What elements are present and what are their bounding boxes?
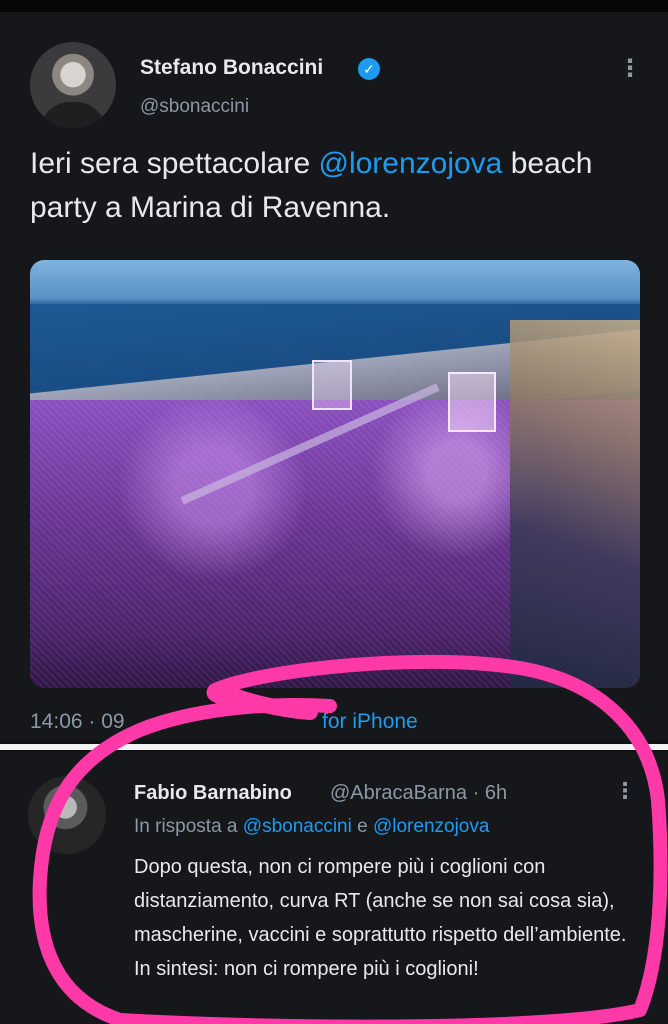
- more-options-icon[interactable]: ⋮: [614, 778, 636, 804]
- reply-text: Dopo questa, non ci rompere più i coglio…: [134, 856, 627, 980]
- reply-author-avatar[interactable]: [28, 776, 106, 854]
- reply-card[interactable]: Fabio Barnabino @AbracaBarna · 6h ⋮ In r…: [0, 752, 668, 1024]
- reply-author-handle[interactable]: @AbracaBarna · 6h: [330, 782, 507, 805]
- more-options-icon[interactable]: ⋮: [618, 56, 642, 82]
- mention-link[interactable]: @sbonaccini: [243, 816, 352, 837]
- divider: [0, 744, 668, 750]
- author-name[interactable]: Stefano Bonaccini: [140, 56, 323, 80]
- mention-link[interactable]: @lorenzojova: [318, 147, 502, 180]
- tweet-timestamp[interactable]: 14:06 · 09: [30, 710, 125, 734]
- mention-link[interactable]: @lorenzojova: [373, 816, 489, 837]
- reply-joiner: e: [351, 816, 373, 837]
- tweet-source-link[interactable]: for iPhone: [322, 710, 418, 734]
- tweet-text: Ieri sera spettacolare @lorenzojova beac…: [30, 142, 640, 230]
- photo-stage: [312, 360, 352, 410]
- author-avatar[interactable]: [30, 42, 116, 128]
- reply-author-name[interactable]: Fabio Barnabino: [134, 782, 292, 805]
- reply-prefix: In risposta a: [134, 816, 243, 837]
- tweet-card[interactable]: Stefano Bonaccini ✓ @sbonaccini ⋮ Ieri s…: [0, 12, 668, 740]
- reply-context: In risposta a @sbonaccini e @lorenzojova: [134, 816, 489, 838]
- tweet-text-part: Ieri sera spettacolare: [30, 147, 319, 180]
- avatar-shirt: [40, 102, 106, 128]
- tweet-photo[interactable]: [30, 260, 640, 688]
- author-handle[interactable]: @sbonaccini: [140, 96, 249, 118]
- top-edge: [0, 0, 668, 12]
- photo-buildings: [510, 320, 640, 688]
- photo-stage: [448, 372, 496, 432]
- verified-badge-icon: ✓: [358, 58, 380, 80]
